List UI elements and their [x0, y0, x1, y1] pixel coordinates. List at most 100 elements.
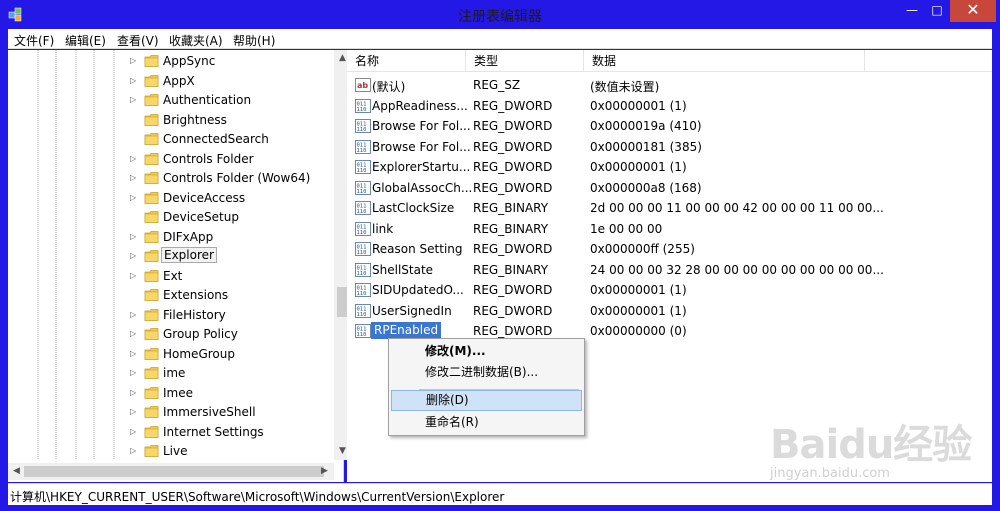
list-row[interactable]: 011 110 GlobalAssocCh... REG_DWORD 0x000000a… [347, 178, 992, 198]
ctx-delete[interactable]: 删除(D) [391, 390, 582, 411]
value-name[interactable]: RPEnabled [371, 322, 442, 339]
column-header-name[interactable]: 名称 [347, 50, 466, 72]
expand-arrow-icon[interactable]: ▷ [130, 270, 140, 282]
folder-icon [144, 425, 160, 439]
value-data: 0x00000001 (1) [590, 160, 687, 174]
value-name: ExplorerStartu... [372, 160, 471, 174]
value-data: 0x0000019a (410) [590, 119, 702, 133]
list-row[interactable]: 011 110 AppReadiness... REG_DWORD 0x00000001… [347, 96, 992, 116]
watermark-url: jingyan.baidu.com [770, 466, 890, 481]
scroll-right-arrow-icon[interactable]: ▶ [316, 463, 333, 480]
tree-horizontal-scroll-thumb[interactable] [24, 466, 324, 477]
expand-arrow-icon[interactable]: ▷ [130, 406, 140, 418]
expand-arrow-icon[interactable]: ▷ [130, 328, 140, 340]
list-row[interactable]: 011 110 ExplorerStartu... REG_DWORD 0x000000… [347, 157, 992, 177]
folder-icon [144, 386, 160, 400]
expand-arrow-icon[interactable]: ▷ [130, 55, 140, 67]
menu-favorites[interactable]: 收藏夹(A) [169, 32, 223, 49]
list-row[interactable]: 011 110 Browse For Fol... REG_DWORD 0x000001… [347, 116, 992, 136]
menu-help[interactable]: 帮助(H) [233, 32, 275, 49]
tree-item-label: ime [163, 366, 186, 380]
column-header-type[interactable]: 类型 [466, 50, 584, 72]
tree-item-label: Controls Folder (Wow64) [163, 171, 311, 185]
folder-icon [144, 308, 160, 322]
close-button[interactable]: ✕ [950, 0, 996, 22]
expand-arrow-icon[interactable]: ▷ [130, 94, 140, 106]
expand-arrow-icon[interactable]: ▷ [130, 153, 140, 165]
expand-arrow-icon[interactable]: ▷ [130, 445, 140, 457]
menu-view[interactable]: 查看(V) [117, 32, 159, 49]
tree-item-label: Authentication [163, 93, 252, 107]
folder-icon [144, 191, 160, 205]
expand-arrow-icon[interactable]: ▷ [130, 172, 140, 184]
binary-value-icon: 011 110 [355, 98, 371, 114]
value-name: Reason Setting [372, 242, 463, 256]
maximize-button[interactable]: □ [927, 0, 947, 22]
binary-value-icon: 011 110 [355, 282, 371, 298]
folder-icon [144, 269, 160, 283]
tree-item-label: ConnectedSearch [163, 132, 269, 146]
tree-item-label: Imee [163, 385, 193, 400]
tree-item-label: HomeGroup [163, 346, 235, 361]
value-name: Browse For Fol... [372, 139, 471, 154]
svg-text:110: 110 [357, 291, 367, 297]
value-name: GlobalAssocCh... [372, 180, 473, 195]
value-data: 0x00000001 (1) [590, 303, 687, 318]
expand-arrow-icon[interactable]: ▷ [130, 231, 140, 243]
svg-text:ab: ab [357, 81, 368, 90]
ctx-modify[interactable]: 修改(M)... [391, 341, 582, 362]
value-data: 0x00000001 (1) [590, 283, 687, 297]
tree-horizontal-scrollbar[interactable]: ◀ ▶ [8, 463, 334, 480]
tree-item-label: AppX [163, 73, 195, 88]
expand-arrow-icon[interactable]: ▷ [130, 250, 140, 262]
list-row[interactable]: 011 110 Browse For Fol... REG_DWORD 0x000001… [347, 137, 992, 157]
folder-icon [144, 249, 160, 263]
svg-text:110: 110 [357, 168, 367, 174]
svg-text:110: 110 [357, 148, 367, 154]
title-bar[interactable]: 注册表编辑器 — □ ✕ [0, 0, 1000, 29]
tree-item-label: Internet Settings [163, 424, 264, 439]
tree-item-label: AppSync [163, 54, 216, 68]
expand-arrow-icon[interactable]: ▷ [130, 348, 140, 360]
list-row[interactable]: 011 110 ShellState REG_BINARY 24 00 00 00 32… [347, 260, 992, 280]
list-row[interactable]: 011 110 SIDUpdatedO... REG_DWORD 0x00000001 … [347, 280, 992, 300]
value-data: 0x00000181 (385) [590, 139, 702, 154]
expand-arrow-icon[interactable]: ▷ [130, 426, 140, 438]
folder-icon [144, 230, 160, 244]
binary-value-icon: 011 110 [355, 221, 371, 237]
value-type: REG_DWORD [473, 242, 553, 256]
tree-item-label: DIFxApp [163, 229, 214, 244]
value-name: (默认) [372, 80, 406, 94]
baidu-watermark: Baidu经验 jingyan.baidu.com [760, 400, 1000, 510]
tree-item-label: Ext [163, 268, 183, 283]
ctx-modify-binary[interactable]: 修改二进制数据(B)... [391, 362, 582, 383]
menu-edit[interactable]: 编辑(E) [65, 32, 106, 49]
expand-arrow-icon[interactable]: ▷ [130, 75, 140, 87]
minimize-button[interactable]: — [897, 0, 927, 22]
value-name: UserSignedIn [372, 303, 452, 318]
binary-value-icon: 011 110 [355, 200, 371, 216]
value-type: REG_BINARY [473, 201, 549, 215]
list-row[interactable]: 011 110 link REG_BINARY 1e 00 00 00 [347, 219, 992, 239]
folder-icon [144, 210, 160, 224]
expand-arrow-icon[interactable]: ▷ [130, 367, 140, 379]
list-row[interactable]: 011 110 LastClockSize REG_BINARY 2d 00 00 00… [347, 198, 992, 218]
folder-icon [144, 113, 160, 127]
menu-file[interactable]: 文件(F) [14, 32, 54, 49]
ctx-rename[interactable]: 重命名(R) [391, 412, 582, 433]
list-row[interactable]: 011 110 Reason Setting REG_DWORD 0x000000ff … [347, 239, 992, 259]
tree-item-label: Explorer [161, 247, 217, 263]
expand-arrow-icon[interactable]: ▷ [130, 387, 140, 399]
column-header-data[interactable]: 数据 [584, 50, 865, 72]
tree-item-label: Live [163, 444, 188, 458]
list-row[interactable]: ab (默认) REG_SZ (数值未设置) [347, 75, 992, 95]
expand-arrow-icon[interactable]: ▷ [130, 192, 140, 204]
list-row[interactable]: 011 110 UserSignedIn REG_DWORD 0x00000001 (1… [347, 301, 992, 321]
value-data: 0x000000ff (255) [590, 242, 695, 256]
binary-value-icon: 011 110 [355, 241, 371, 257]
expand-arrow-icon[interactable]: ▷ [130, 309, 140, 321]
scroll-left-arrow-icon[interactable]: ◀ [8, 463, 25, 480]
registry-key-tree[interactable]: ▷ AppSync ▷ AppX ▷ Authentication Brightness Co… [8, 50, 351, 482]
svg-text:110: 110 [357, 271, 367, 277]
binary-value-icon: 011 110 [355, 159, 371, 175]
